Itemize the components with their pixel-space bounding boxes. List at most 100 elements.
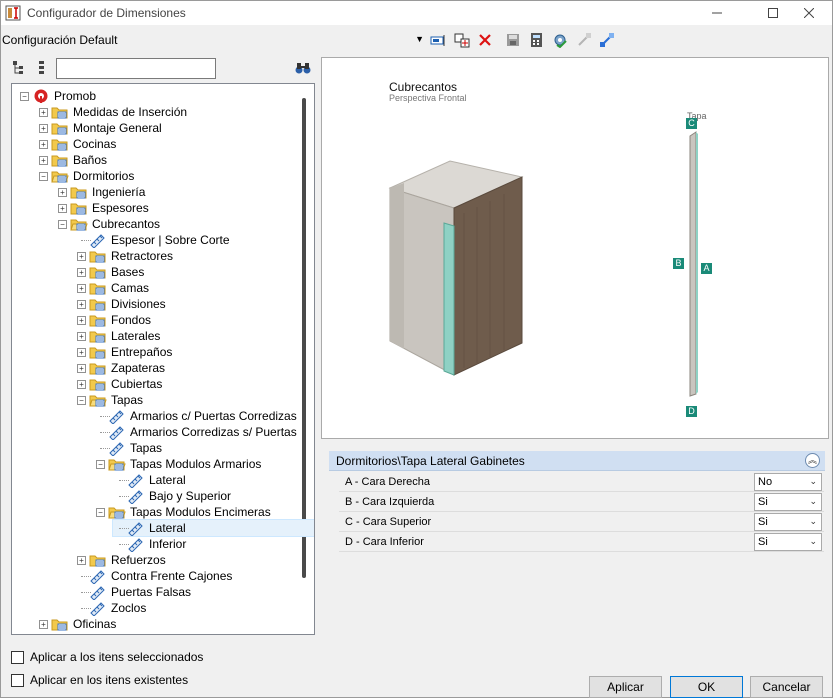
apply-selected-checkbox-row[interactable]: Aplicar a los itens seleccionados — [11, 650, 203, 664]
tree-item[interactable]: − Promob — [18, 88, 238, 104]
cancel-button[interactable]: Cancelar — [750, 676, 823, 698]
tree-item[interactable]: − Tapas Modulos Armarios — [94, 456, 314, 472]
tree-item[interactable]: Inferior — [113, 536, 314, 552]
calculator-icon — [531, 33, 542, 47]
configuration-select[interactable]: Configuración Default ▼ — [2, 31, 426, 49]
expand-tree-button[interactable] — [11, 59, 29, 77]
folder-icon — [89, 347, 106, 359]
tree-item[interactable]: + Entrepaños — [75, 344, 295, 360]
property-value-select[interactable]: Si ⌄ — [754, 513, 822, 531]
tree-item[interactable]: + Espesores — [56, 200, 276, 216]
expand-plus-icon[interactable]: + — [77, 284, 86, 293]
tree-item[interactable]: Lateral — [113, 472, 314, 488]
tree-item[interactable]: + Zapateras — [75, 360, 295, 376]
folder-icon — [51, 619, 68, 631]
minimize-button[interactable] — [694, 1, 740, 25]
link-button[interactable] — [598, 31, 616, 49]
tree-item[interactable]: + Baños — [37, 152, 257, 168]
expand-plus-icon[interactable]: + — [39, 140, 48, 149]
apply-selected-checkbox[interactable] — [11, 650, 24, 664]
tree-item[interactable]: Armarios c/ Puertas Corredizas — [94, 408, 314, 424]
expand-plus-icon[interactable]: + — [77, 348, 86, 357]
tree-item[interactable]: − Dormitorios — [37, 168, 257, 184]
chevron-down-icon: ⌄ — [809, 516, 817, 526]
preview-title: Cubrecantos — [389, 80, 458, 94]
tree-item[interactable]: + Ingeniería — [56, 184, 276, 200]
apply-existing-checkbox[interactable] — [11, 673, 24, 687]
collapse-minus-icon[interactable]: − — [96, 508, 105, 517]
tree-item[interactable]: + Laterales — [75, 328, 295, 344]
delete-x-icon — [479, 34, 491, 46]
expand-plus-icon[interactable]: + — [58, 188, 67, 197]
tree-item-label: Lateral — [149, 521, 186, 535]
folder-icon — [89, 299, 106, 311]
apply-existing-checkbox-row[interactable]: Aplicar en los itens existentes — [11, 673, 188, 687]
tree-item[interactable]: + Retractores — [75, 248, 295, 264]
expand-plus-icon[interactable]: + — [77, 252, 86, 261]
tree-item[interactable]: + Bases — [75, 264, 295, 280]
tree-item-label: Entrepaños — [111, 345, 173, 359]
tree-item[interactable]: + Oficinas — [37, 616, 257, 632]
collapse-minus-icon[interactable]: − — [39, 172, 48, 181]
link-disabled-button[interactable] — [575, 31, 593, 49]
save-button[interactable] — [504, 31, 522, 49]
tree-item[interactable]: + Camas — [75, 280, 295, 296]
property-value-select[interactable]: Si ⌄ — [754, 493, 822, 511]
expand-plus-icon[interactable]: + — [58, 204, 67, 213]
tree-item-label: Armarios c/ Puertas Corredizas — [130, 409, 297, 423]
tree-item[interactable]: − Tapas — [75, 392, 295, 408]
tree-item[interactable]: + Cubiertas — [75, 376, 295, 392]
close-window-button[interactable] — [786, 1, 832, 25]
expand-plus-icon[interactable]: + — [77, 316, 86, 325]
expand-plus-icon[interactable]: + — [39, 620, 48, 629]
marker-c: C — [686, 118, 697, 129]
tree-item[interactable]: − Cubrecantos — [56, 216, 276, 232]
expand-plus-icon[interactable]: + — [77, 380, 86, 389]
expand-plus-icon[interactable]: + — [39, 108, 48, 117]
dimension-configurator-window: Configurador de Dimensiones Configuració… — [0, 0, 833, 698]
collapse-minus-icon[interactable]: − — [58, 220, 67, 229]
expand-plus-icon[interactable]: + — [77, 364, 86, 373]
expand-plus-icon[interactable]: + — [39, 156, 48, 165]
tree-item[interactable]: Lateral — [112, 519, 314, 537]
tree-item[interactable]: Tapas — [94, 440, 314, 456]
tree-item[interactable]: Bajo y Superior — [113, 488, 314, 504]
property-value-select[interactable]: No ⌄ — [754, 473, 822, 491]
tree-item[interactable]: Espesor | Sobre Corte — [75, 232, 295, 248]
properties-header[interactable]: Dormitorios\Tapa Lateral Gabinetes ︽ — [329, 451, 825, 471]
search-button[interactable] — [294, 59, 312, 77]
collapse-tree-button[interactable] — [33, 59, 51, 77]
tree-item[interactable]: + Medidas de Inserción — [37, 104, 257, 120]
tree-item[interactable]: + Montaje General — [37, 120, 257, 136]
tree-item[interactable]: + Refuerzos — [75, 552, 295, 568]
property-value: No — [758, 476, 773, 488]
dimension-tree[interactable]: − Promob + Medidas de Inserción + Montaje Gen… — [11, 83, 315, 635]
new-config-button[interactable] — [453, 31, 471, 49]
tree-item[interactable]: Armarios Corredizas s/ Puertas — [94, 424, 314, 440]
expand-plus-icon[interactable]: + — [39, 124, 48, 133]
expand-plus-icon[interactable]: + — [77, 556, 86, 565]
delete-config-button[interactable] — [476, 31, 494, 49]
collapse-minus-icon[interactable]: − — [20, 92, 29, 101]
ok-button[interactable]: OK — [670, 676, 743, 698]
tree-item[interactable]: + Fondos — [75, 312, 295, 328]
tree-item[interactable]: + Divisiones — [75, 296, 295, 312]
expand-plus-icon[interactable]: + — [77, 332, 86, 341]
expand-plus-icon[interactable]: + — [77, 300, 86, 309]
folder-icon — [70, 203, 87, 215]
export-button[interactable] — [528, 31, 546, 49]
collapse-up-icon[interactable]: ︽ — [805, 453, 820, 468]
collapse-minus-icon[interactable]: − — [77, 396, 86, 405]
tree-item[interactable]: + Cocinas — [37, 136, 257, 152]
property-value-select[interactable]: Si ⌄ — [754, 533, 822, 551]
apply-button[interactable]: Aplicar — [589, 676, 662, 698]
tree-item[interactable]: Zoclos — [75, 600, 295, 616]
tree-item[interactable]: Puertas Falsas — [75, 584, 295, 600]
expand-plus-icon[interactable]: + — [77, 268, 86, 277]
collapse-minus-icon[interactable]: − — [96, 460, 105, 469]
settings-button[interactable] — [551, 31, 569, 49]
tree-item[interactable]: Contra Frente Cajones — [75, 568, 295, 584]
tree-search-input[interactable] — [56, 58, 216, 79]
tree-item[interactable]: − Tapas Modulos Encimeras — [94, 504, 314, 520]
rename-config-button[interactable] — [429, 31, 447, 49]
